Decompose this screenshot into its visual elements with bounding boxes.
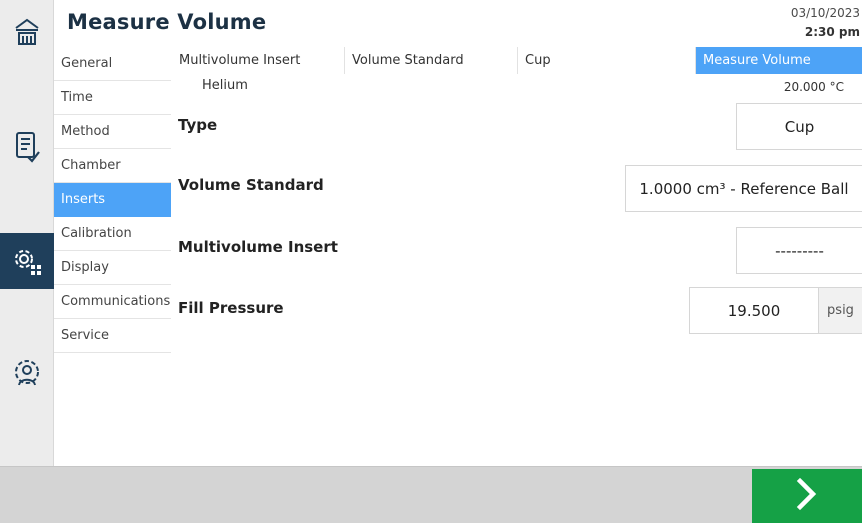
volume-standard-field[interactable]: 1.0000 cm³ - Reference Ball: [625, 165, 862, 212]
tab-volume-standard[interactable]: Volume Standard: [345, 47, 518, 74]
chevron-right-icon: [794, 477, 820, 515]
method-button[interactable]: [0, 122, 54, 172]
system-settings-icon: [10, 244, 44, 278]
next-button[interactable]: [752, 469, 862, 523]
menu-item-calibration[interactable]: Calibration: [54, 217, 171, 251]
tab-cup[interactable]: Cup: [518, 47, 696, 74]
multivolume-insert-label: Multivolume Insert: [178, 238, 338, 256]
icon-rail: [0, 0, 54, 466]
menu-item-method[interactable]: Method: [54, 115, 171, 149]
menu-item-inserts[interactable]: Inserts: [54, 183, 171, 217]
user-settings-icon: [11, 358, 43, 392]
volume-standard-label: Volume Standard: [178, 176, 324, 194]
menu-item-chamber[interactable]: Chamber: [54, 149, 171, 183]
tab-strip: Multivolume Insert Volume Standard Cup M…: [172, 47, 862, 74]
footer-bar: [0, 466, 862, 523]
menu-item-time[interactable]: Time: [54, 81, 171, 115]
page-title: Measure Volume: [67, 10, 267, 34]
tab-measure-volume[interactable]: Measure Volume: [696, 47, 862, 74]
method-icon: [13, 130, 41, 164]
type-field[interactable]: Cup: [736, 103, 862, 150]
type-label: Type: [178, 116, 218, 134]
time-display: 2:30 pm: [804, 25, 860, 39]
gas-label: Helium: [202, 78, 248, 93]
menu-item-service[interactable]: Service: [54, 319, 171, 353]
tab-multivolume-insert[interactable]: Multivolume Insert: [172, 47, 345, 74]
fill-pressure-input[interactable]: 19.500: [689, 287, 819, 334]
date-display: 03/10/2023: [790, 6, 860, 20]
home-button[interactable]: [0, 12, 54, 52]
temperature-label: 20.000 °C: [783, 80, 844, 94]
user-settings-button[interactable]: [0, 350, 54, 400]
multivolume-insert-field[interactable]: ---------: [736, 227, 862, 274]
menu-item-communications[interactable]: Communications: [54, 285, 171, 319]
fill-pressure-label: Fill Pressure: [178, 299, 284, 317]
fill-pressure-unit: psig: [819, 287, 862, 334]
home-icon: [13, 17, 41, 47]
system-settings-button[interactable]: [0, 233, 54, 289]
menu-item-display[interactable]: Display: [54, 251, 171, 285]
menu-item-general[interactable]: General: [54, 47, 171, 81]
